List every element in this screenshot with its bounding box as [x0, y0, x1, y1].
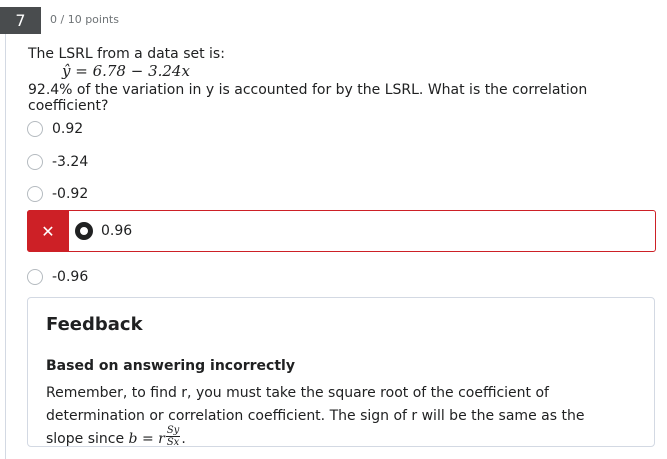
question-stem-line1: The LSRL from a data set is:: [28, 46, 225, 62]
option-label: 0.92: [52, 121, 84, 137]
left-rule: [5, 34, 6, 459]
radio-button[interactable]: [27, 154, 43, 170]
slope-formula: b = r Sy Sx: [128, 425, 182, 448]
radio-button[interactable]: [27, 269, 43, 285]
feedback-subtitle: Based on answering incorrectly: [46, 358, 295, 374]
question-stem-line2: 92.4% of the variation in y is accounted…: [28, 82, 588, 114]
question-number: 7: [0, 7, 41, 34]
feedback-body: Remember, to find r, you must take the s…: [46, 385, 585, 447]
feedback-title: Feedback: [46, 314, 143, 335]
option-label: -3.24: [52, 154, 89, 170]
option-label: -0.96: [52, 269, 89, 285]
fraction-numerator: Sy: [165, 424, 181, 437]
feedback-end: .: [181, 431, 186, 447]
option-label: 0.96: [101, 223, 133, 239]
lsrl-formula: ŷ = 6.78 − 3.24x: [62, 62, 190, 80]
question-points: 0 / 10 points: [50, 13, 119, 26]
slope-fraction: Sy Sx: [165, 424, 181, 448]
option-2[interactable]: -3.24: [27, 151, 88, 173]
option-5[interactable]: -0.96: [27, 266, 88, 288]
option-3[interactable]: -0.92: [27, 183, 88, 205]
option-1[interactable]: 0.92: [27, 118, 83, 140]
feedback-text: Remember, to find r, you must take the s…: [46, 382, 626, 451]
option-4-selected-incorrect[interactable]: ✕ 0.96: [27, 210, 656, 252]
radio-button[interactable]: [27, 121, 43, 137]
feedback-panel: Feedback Based on answering incorrectly …: [27, 297, 655, 448]
radio-button[interactable]: [27, 186, 43, 202]
slope-formula-lhs: b = r: [128, 431, 165, 447]
fraction-denominator: Sx: [166, 436, 180, 448]
option-label: -0.92: [52, 186, 89, 202]
radio-button-selected[interactable]: [75, 222, 93, 240]
close-icon: ✕: [27, 210, 69, 252]
